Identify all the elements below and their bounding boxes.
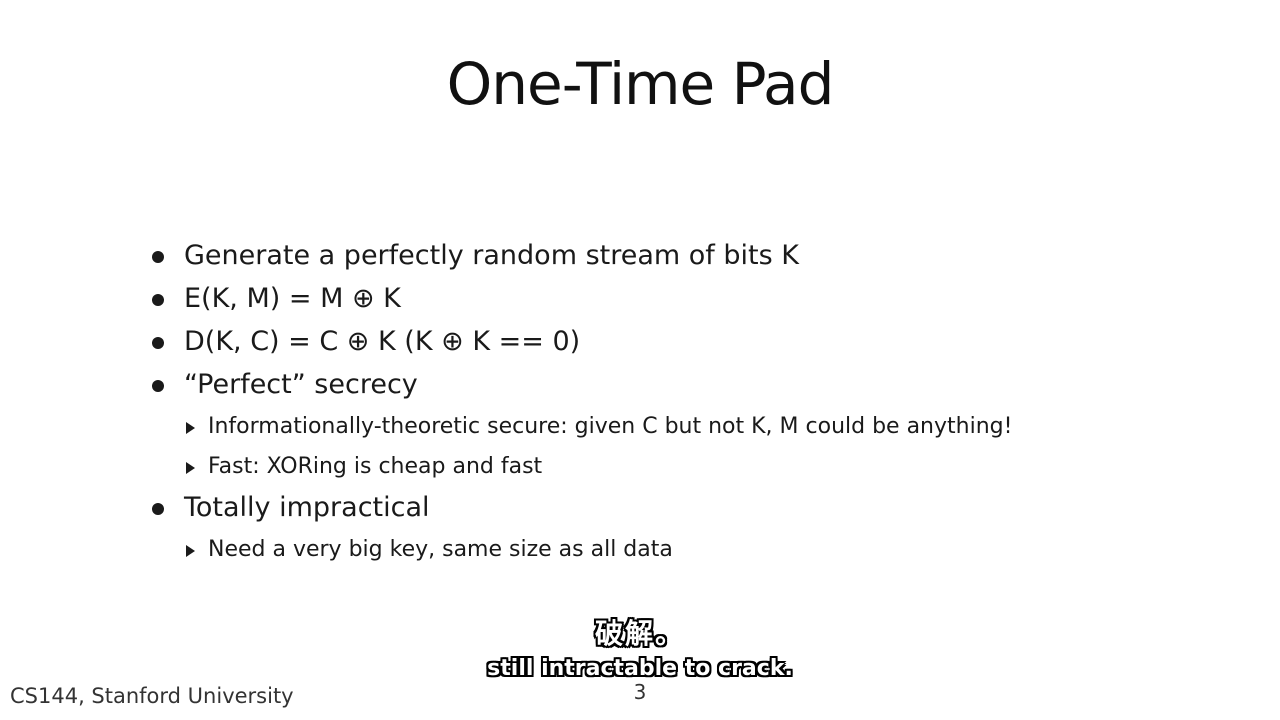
- bullet-text: “Perfect” secrecy: [184, 369, 418, 400]
- sub-bullet-item: Need a very big key, same size as all da…: [150, 531, 1150, 571]
- page-number: 3: [633, 680, 647, 704]
- bullet-item: E(K, M) = M ⊕ K: [150, 279, 1150, 322]
- bullet-text: E(K, M) = M ⊕ K: [184, 283, 401, 314]
- bullet-list: Generate a perfectly random stream of bi…: [150, 236, 1150, 571]
- triangle-bullet-icon: [186, 545, 195, 557]
- sub-bullet-item: Informationally-theoretic secure: given …: [150, 408, 1150, 448]
- bullet-dot-icon: [152, 380, 164, 392]
- bullet-text: D(K, C) = C ⊕ K (K ⊕ K == 0): [184, 326, 581, 357]
- bullet-dot-icon: [152, 294, 164, 306]
- slide-title: One-Time Pad: [446, 50, 835, 118]
- subtitle-chinese: 破解。: [594, 617, 685, 650]
- bullet-item: Generate a perfectly random stream of bi…: [150, 236, 1150, 279]
- triangle-bullet-icon: [186, 422, 195, 434]
- bullet-dot-icon: [152, 337, 164, 349]
- sub-bullet-text: Informationally-theoretic secure: given …: [208, 414, 1013, 439]
- sub-bullet-item: Fast: XORing is cheap and fast: [150, 448, 1150, 488]
- bullet-dot-icon: [152, 251, 164, 263]
- slide: One-Time Pad Generate a perfectly random…: [0, 0, 1280, 720]
- bullet-text: Generate a perfectly random stream of bi…: [184, 240, 799, 271]
- subtitle-english: still intractable to crack.: [487, 656, 793, 681]
- bullet-item: “Perfect” secrecy: [150, 365, 1150, 408]
- bullet-item: D(K, C) = C ⊕ K (K ⊕ K == 0): [150, 322, 1150, 365]
- sub-bullet-text: Fast: XORing is cheap and fast: [208, 454, 543, 479]
- triangle-bullet-icon: [186, 462, 195, 474]
- footer-course-label: CS144, Stanford University: [10, 684, 294, 708]
- sub-bullet-text: Need a very big key, same size as all da…: [208, 537, 673, 562]
- bullet-text: Totally impractical: [184, 492, 430, 523]
- bullet-dot-icon: [152, 503, 164, 515]
- bullet-item: Totally impractical: [150, 488, 1150, 531]
